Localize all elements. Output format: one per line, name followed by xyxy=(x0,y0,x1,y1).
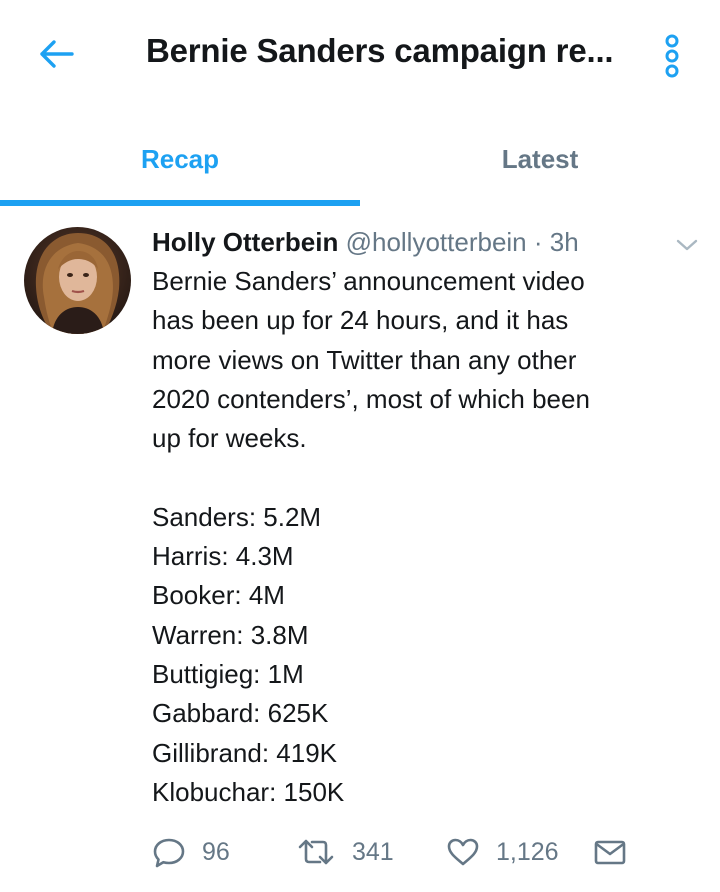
stat-line: Booker: 4M xyxy=(152,580,285,611)
tweet-time[interactable]: 3h xyxy=(550,227,579,257)
stat-line: Buttigieg: 1M xyxy=(152,658,304,689)
retweet-button[interactable]: 341 xyxy=(296,832,394,872)
retweet-count: 341 xyxy=(352,837,394,866)
stat-line: Gabbard: 625K xyxy=(152,698,329,729)
reply-icon xyxy=(153,838,185,868)
retweet-icon xyxy=(298,839,334,865)
reply-button[interactable]: 96 xyxy=(152,832,230,872)
tweet-menu-button[interactable] xyxy=(672,230,702,260)
tweet-actions: 96 341 1,126 xyxy=(152,832,652,872)
tweet-text: Bernie Sanders’ announcement video has b… xyxy=(152,262,692,812)
like-button[interactable]: 1,126 xyxy=(446,832,559,872)
tweet-header: Holly Otterbein @hollyotterbein · 3h xyxy=(152,226,672,258)
author-name[interactable]: Holly Otterbein xyxy=(152,227,338,257)
heart-icon xyxy=(447,838,479,866)
vertical-dots-icon xyxy=(665,34,679,78)
chevron-down-icon xyxy=(676,239,698,251)
stat-line: Harris: 4.3M xyxy=(152,541,294,572)
tweet-text-line: Bernie Sanders’ announcement video xyxy=(152,266,585,296)
tweet-text-line: up for weeks. xyxy=(152,423,307,454)
tab-recap[interactable]: Recap xyxy=(0,118,360,200)
stat-line: Klobuchar: 150K xyxy=(152,776,345,807)
more-options-button[interactable] xyxy=(654,28,690,84)
app-header: Bernie Sanders campaign re... xyxy=(0,0,720,110)
avatar-image xyxy=(24,227,131,334)
stat-line: Gillibrand: 419K xyxy=(152,737,337,768)
tweet-text-line: has been up for 24 hours, and it has xyxy=(152,305,569,336)
reply-count: 96 xyxy=(202,837,230,866)
page-title: Bernie Sanders campaign re... xyxy=(146,32,614,69)
stat-line: Sanders: 5.2M xyxy=(152,501,322,532)
tweet[interactable]: Holly Otterbein @hollyotterbein · 3h Ber… xyxy=(0,210,720,892)
tweet-text-line: 2020 contenders’, most of which been xyxy=(152,383,590,414)
tweet-text-line: more views on Twitter than any other xyxy=(152,344,577,375)
author-handle[interactable]: @hollyotterbein xyxy=(346,227,527,257)
separator-dot: · xyxy=(533,227,543,257)
like-count: 1,126 xyxy=(496,837,559,866)
tab-bar: Recap Latest xyxy=(0,118,720,208)
stat-line: Warren: 3.8M xyxy=(152,619,309,650)
arrow-left-icon xyxy=(40,40,74,68)
tab-latest[interactable]: Latest xyxy=(360,118,720,200)
envelope-icon xyxy=(594,840,626,865)
back-button[interactable] xyxy=(30,30,82,78)
share-button[interactable] xyxy=(593,832,627,872)
active-tab-indicator xyxy=(0,200,360,206)
avatar[interactable] xyxy=(24,227,131,334)
